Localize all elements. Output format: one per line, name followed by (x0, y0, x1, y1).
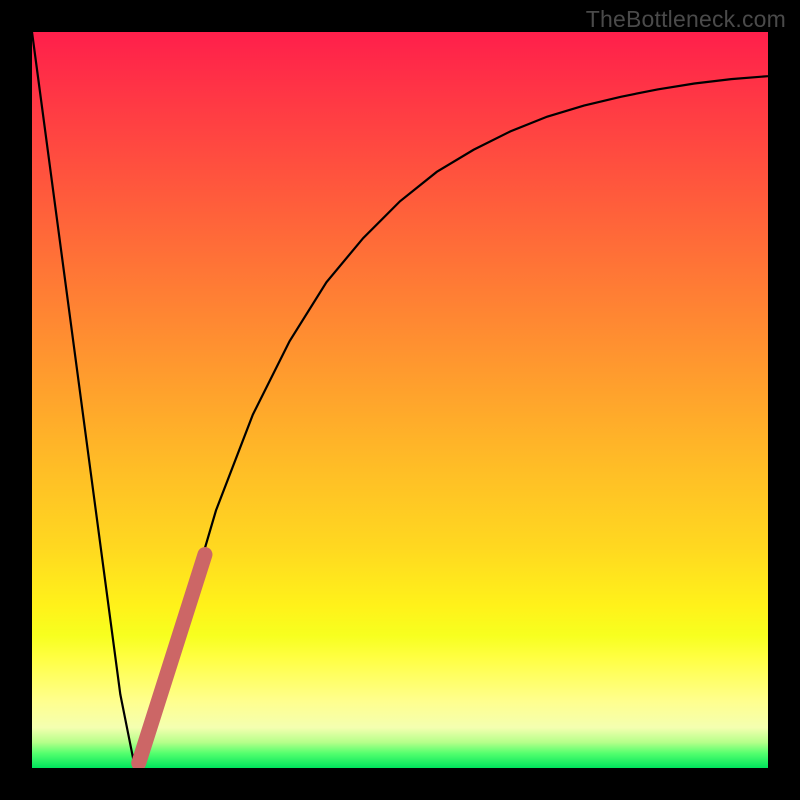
bottleneck-curve (32, 32, 768, 768)
recommended-range-highlight (139, 555, 205, 763)
chart-frame: TheBottleneck.com (0, 0, 800, 800)
watermark-text: TheBottleneck.com (586, 6, 786, 33)
curve-layer (32, 32, 768, 768)
plot-area (32, 32, 768, 768)
